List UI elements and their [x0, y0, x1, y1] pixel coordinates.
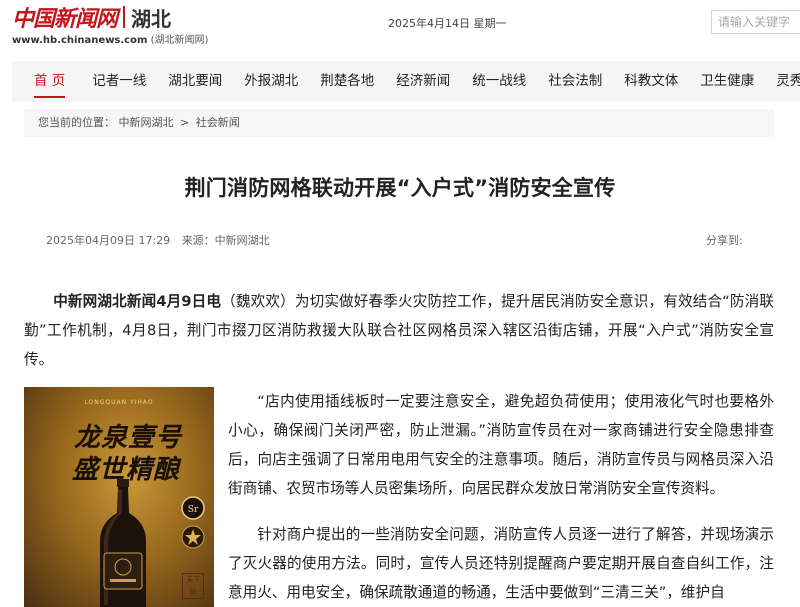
site-url: www.hb.chinanews.com (湖北新闻网) — [12, 31, 208, 46]
nav-item-reporter[interactable]: 记者一线 — [81, 61, 157, 102]
advertisement-image[interactable]: LONGQUAN YIHAO 龙泉壹号 盛世精酿 Sr 天下酿 — [24, 387, 214, 607]
article-datetime: 2025年04月09日 17:29 — [46, 234, 171, 247]
article-meta: 2025年04月09日 17:29 来源：中新网湖北 — [46, 232, 270, 248]
nav-item-local[interactable]: 荆楚各地 — [309, 61, 385, 102]
beer-bottle-icon — [100, 479, 146, 607]
site-url-domain: www.hb.chinanews.com — [12, 35, 148, 46]
ad-brand-text: LONGQUAN YIHAO — [84, 399, 154, 406]
nav-item-economy[interactable]: 经济新闻 — [385, 61, 461, 102]
nav-item-foreign-reports[interactable]: 外报湖北 — [233, 61, 309, 102]
article-title: 荆门消防网格联动开展“入户式”消防安全宣传 — [184, 176, 616, 200]
main-nav: 首 页 记者一线 湖北要闻 外报湖北 荆楚各地 经济新闻 统一战线 社会法制 科… — [12, 61, 800, 102]
article-paragraph-1: 中新网湖北新闻4月9日电（魏欢欢）为切实做好春季火灾防控工作，提升居民消防安全意… — [24, 287, 774, 374]
nav-item-society-law[interactable]: 社会法制 — [537, 61, 613, 102]
badge-icon: Sr — [181, 496, 205, 549]
nav-item-health[interactable]: 卫生健康 — [689, 61, 765, 102]
nav-item-lingxiu[interactable]: 灵秀 — [765, 61, 800, 102]
logo-text: 中国新闻网 — [12, 6, 118, 32]
nav-item-science-culture[interactable]: 科教文体 — [613, 61, 689, 102]
breadcrumb-current-link[interactable]: 社会新闻 — [196, 116, 240, 129]
nav-item-united-front[interactable]: 统一战线 — [461, 61, 537, 102]
logo-divider — [123, 6, 126, 28]
breadcrumb-home-link[interactable]: 中新网湖北 — [119, 116, 174, 129]
ad-seal: 天下酿 — [182, 573, 204, 599]
article-paragraph-3: 针对商户提出的一些消防安全问题，消防宣传人员逐一进行了解答，并现场演示了灭火器的… — [228, 526, 774, 601]
nav-item-hubei-news[interactable]: 湖北要闻 — [157, 61, 233, 102]
nav-item-home[interactable]: 首 页 — [12, 61, 81, 102]
badge-text: Sr — [188, 505, 199, 515]
article-dateline: 中新网湖北新闻4月9日电 — [53, 293, 222, 310]
site-url-name: (湖北新闻网) — [150, 35, 209, 46]
breadcrumb-separator: > — [180, 116, 190, 129]
share-label: 分享到: — [706, 234, 743, 247]
article-source: 来源：中新网湖北 — [181, 234, 270, 247]
current-date: 2025年4月14日 星期一 — [388, 17, 507, 30]
article-paragraph-2: “店内使用插线板时一定要注意安全，避免超负荷使用；使用液化气时也要格外小心，确保… — [228, 393, 774, 497]
site-header: 中国新闻网 湖北 www.hb.chinanews.com (湖北新闻网) 20… — [0, 0, 800, 58]
breadcrumb-prefix: 您当前的位置： — [38, 116, 115, 129]
breadcrumb: 您当前的位置： 中新网湖北 > 社会新闻 — [24, 109, 774, 137]
site-logo[interactable]: 中国新闻网 湖北 — [12, 2, 171, 32]
logo-region: 湖北 — [131, 6, 172, 31]
search-input[interactable] — [711, 10, 800, 34]
